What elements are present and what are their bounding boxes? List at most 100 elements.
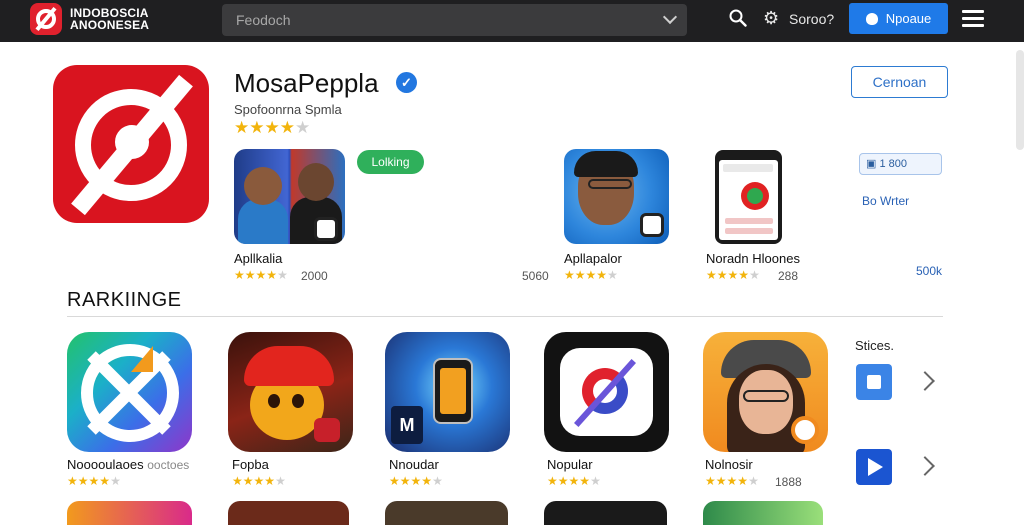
scrollbar-thumb[interactable] <box>1016 50 1024 150</box>
chevron-down-icon[interactable] <box>662 9 678 25</box>
settings-label[interactable]: Soroo? <box>789 11 834 27</box>
featured-thumb-2[interactable] <box>564 149 669 244</box>
star-icon: ★ <box>748 474 759 488</box>
featured-tag[interactable]: Lolking <box>357 150 424 174</box>
ranking-label-4[interactable]: Nopular <box>547 457 593 472</box>
brand[interactable]: INDOBOSCIA ANOONESEA <box>30 3 149 35</box>
brand-line-2: ANOONESEA <box>70 18 150 32</box>
app-subtitle: Spofoonrna Spmla <box>234 102 342 117</box>
featured-label-1[interactable]: Apllkalia <box>234 251 282 266</box>
open-button[interactable]: Cernoan <box>851 66 948 98</box>
ranking-label-1[interactable]: Nooooulaoes ooctoes <box>67 457 189 472</box>
ranking-app-icon-9[interactable] <box>544 501 667 525</box>
featured-stars-2: ★★★★★ <box>564 268 618 282</box>
brand-logo <box>30 3 62 35</box>
ranking-app-icon-7[interactable] <box>228 501 349 525</box>
star-icon: ★ <box>277 268 288 282</box>
star-icon: ★ <box>77 474 89 488</box>
ranking-stars-5: ★★★★★ <box>705 474 759 488</box>
featured-stars-3: ★★★★★ <box>706 268 760 282</box>
play-icon <box>868 458 883 476</box>
ranking-app-icon-4[interactable] <box>544 332 669 452</box>
ranking-label-2[interactable]: Fopba <box>232 457 269 472</box>
star-icon: ★ <box>399 474 411 488</box>
star-icon: ★ <box>264 474 276 488</box>
app-rating-stars: ★★★★★ <box>234 118 310 138</box>
featured-count-3: 288 <box>778 269 799 283</box>
ranking-stars-2: ★★★★★ <box>232 474 286 488</box>
play-button[interactable] <box>856 449 892 485</box>
star-icon: ★ <box>295 118 311 137</box>
ranking-app-icon-8[interactable] <box>385 501 508 525</box>
brand-name: INDOBOSCIA ANOONESEA <box>70 7 149 31</box>
featured-count-1: 2000 <box>301 269 328 283</box>
chevron-right-icon[interactable] <box>915 371 935 391</box>
ranking-app-icon-1[interactable] <box>67 332 192 452</box>
side-count: 500k <box>916 264 943 278</box>
star-icon: ★ <box>715 474 727 488</box>
side-link[interactable]: Bo Wrter <box>862 194 909 208</box>
gear-icon[interactable]: ⚙ <box>763 9 779 27</box>
star-icon: ★ <box>564 268 575 282</box>
stop-button[interactable] <box>856 364 892 400</box>
star-icon: ★ <box>568 474 580 488</box>
sidebar-heading: Stices. <box>855 338 895 353</box>
search-input[interactable] <box>222 4 642 36</box>
star-icon: ★ <box>242 474 254 488</box>
apple-icon <box>865 12 878 25</box>
star-icon: ★ <box>88 474 100 488</box>
star-icon: ★ <box>67 474 78 488</box>
primary-button[interactable]: Npoaue <box>849 3 948 34</box>
menu-icon[interactable] <box>962 10 984 28</box>
star-icon: ★ <box>253 474 265 488</box>
ranking-name-1: Nooooulaoes <box>67 457 144 472</box>
featured-thumb-3[interactable] <box>715 150 782 244</box>
side-badge[interactable]: ▣ 1 800 <box>859 153 942 175</box>
featured-thumb-1[interactable] <box>234 149 345 244</box>
star-icon: ★ <box>585 268 597 282</box>
ranking-app-icon-6[interactable] <box>67 501 192 525</box>
star-icon: ★ <box>706 268 717 282</box>
star-icon: ★ <box>727 268 739 282</box>
ranking-stars-1: ★★★★★ <box>67 474 121 488</box>
search-icon[interactable] <box>729 9 747 27</box>
star-icon: ★ <box>410 474 422 488</box>
ranking-stars-4: ★★★★★ <box>547 474 601 488</box>
ranking-app-icon-2[interactable] <box>228 332 353 452</box>
ranking-app-icon-5[interactable] <box>703 332 828 452</box>
star-icon: ★ <box>596 268 608 282</box>
primary-button-label: Npoaue <box>885 11 932 26</box>
ranking-app-icon-3[interactable]: M <box>385 332 510 452</box>
search-box[interactable] <box>222 4 687 36</box>
star-icon: ★ <box>738 268 750 282</box>
ranking-sub-1: ooctoes <box>147 458 190 472</box>
star-icon: ★ <box>99 474 111 488</box>
side-badge-label: 1 800 <box>879 158 907 170</box>
app-title: MosaPeppla <box>234 68 379 98</box>
star-icon: ★ <box>421 474 433 488</box>
star-icon: ★ <box>726 474 738 488</box>
star-icon: ★ <box>232 474 243 488</box>
ranking-label-5[interactable]: Nolnosir <box>705 457 753 472</box>
star-icon: ★ <box>264 118 280 137</box>
chevron-right-icon[interactable] <box>915 456 935 476</box>
star-icon: ★ <box>749 268 760 282</box>
featured-label-3[interactable]: Noradn Hloones <box>706 251 800 266</box>
ranking-count-5: 1888 <box>775 475 802 489</box>
star-icon: ★ <box>275 474 286 488</box>
star-icon: ★ <box>234 118 250 137</box>
star-icon: ★ <box>737 474 749 488</box>
rankings-title: RARKIINGE <box>67 289 182 311</box>
divider <box>67 316 943 317</box>
star-icon: ★ <box>266 268 278 282</box>
phone-icon: ▣ <box>866 158 877 170</box>
star-icon: ★ <box>574 268 586 282</box>
ranking-stars-3: ★★★★★ <box>389 474 443 488</box>
featured-label-2[interactable]: Apllapalor <box>564 251 622 266</box>
star-icon: ★ <box>705 474 716 488</box>
ranking-label-3[interactable]: Nnoudar <box>389 457 439 472</box>
featured-stars-1: ★★★★★ <box>234 268 288 282</box>
featured-count-2: 5060 <box>522 269 549 283</box>
star-icon: ★ <box>279 118 295 137</box>
ranking-app-icon-10[interactable] <box>703 501 823 525</box>
